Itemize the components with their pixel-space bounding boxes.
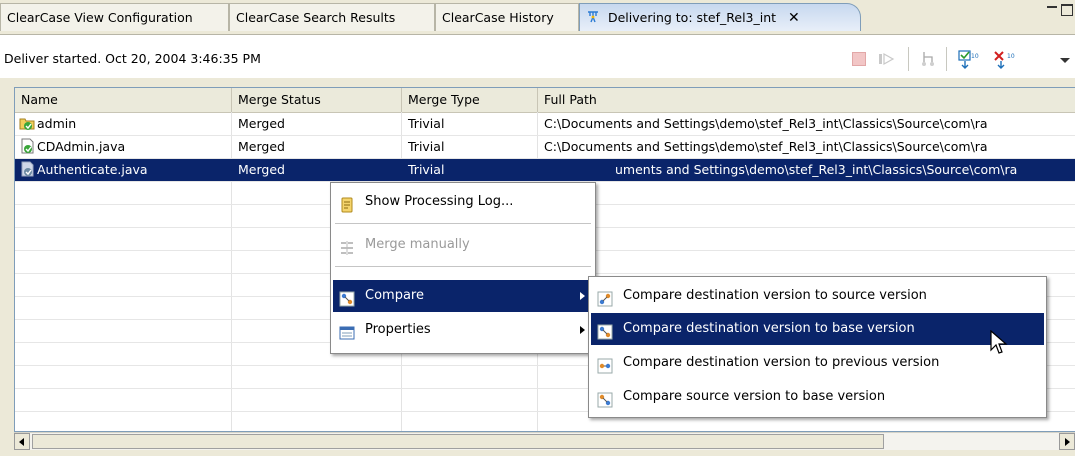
name-cell: Authenticate.java (15, 159, 231, 181)
table-row[interactable]: admin Merged Trivial C:\Documents and Se… (15, 113, 1075, 136)
deliver-status-bar: Deliver started. Oct 20, 2004 3:46:35 PM… (0, 34, 1075, 78)
full-path-cell: uments and Settings\demo\stef_Rel3_int\C… (615, 162, 1018, 177)
arrow-left-icon (19, 438, 24, 446)
merge-status-cell: Merged (238, 162, 285, 177)
svg-text:10: 10 (971, 53, 979, 60)
menu-separator (335, 223, 591, 224)
full-path-cell: C:\Documents and Settings\demo\stef_Rel3… (544, 139, 988, 154)
menu-item-label: Show Processing Log... (365, 194, 514, 209)
stop-icon[interactable] (852, 52, 866, 66)
menu-item-label: Compare destination version to source ve… (623, 288, 927, 303)
merge-tree-icon[interactable] (918, 49, 938, 69)
merge-type-cell: Trivial (408, 116, 445, 131)
menu-item-show-processing-log[interactable]: Show Processing Log... (333, 186, 593, 218)
column-header-full-path[interactable]: Full Path (538, 88, 1075, 112)
deliver-status-message: Deliver started. Oct 20, 2004 3:46:35 PM (4, 51, 261, 66)
menu-item-label: Properties (365, 322, 431, 337)
tab-label: ClearCase History (442, 10, 554, 25)
submenu-arrow-icon (580, 326, 585, 334)
checkin-icon[interactable]: 10 (956, 49, 980, 69)
menu-item-label: Compare destination version to previous … (623, 355, 940, 370)
compare-icon (339, 288, 355, 307)
log-icon (339, 194, 355, 213)
merge-type-cell: Trivial (408, 139, 445, 154)
tab-clearcase-history[interactable]: ClearCase History (435, 3, 579, 31)
menu-item-label: Compare source version to base version (623, 389, 886, 404)
mouse-cursor-icon (990, 329, 1008, 359)
deliver-icon (586, 6, 600, 23)
undo-checkout-icon[interactable]: 10 (992, 49, 1016, 69)
toolbar-separator (908, 47, 909, 71)
view-tab-bar: ClearCase View Configuration ClearCase S… (0, 0, 1075, 34)
file-name: admin (37, 116, 77, 131)
table-row[interactable]: CDAdmin.java Merged Trivial C:\Documents… (15, 136, 1075, 159)
toolbar-separator (946, 47, 947, 71)
menu-item-compare[interactable]: Compare (333, 280, 593, 312)
folder-merged-icon (19, 115, 35, 131)
menu-item-properties[interactable]: Properties (333, 314, 593, 346)
maximize-icon[interactable] (1061, 4, 1073, 16)
compare-source-base-icon (597, 389, 613, 408)
scroll-left-button[interactable] (14, 433, 30, 450)
compare-prev-icon (597, 355, 613, 374)
merge-icon (339, 237, 355, 255)
compare-src-icon (597, 288, 613, 307)
menu-item-compare-dest-to-previous[interactable]: Compare destination version to previous … (591, 347, 1044, 379)
arrow-right-icon (1065, 438, 1070, 446)
column-header-merge-status[interactable]: Merge Status (232, 88, 402, 112)
minimize-icon[interactable] (1047, 6, 1057, 11)
view-menu-icon[interactable] (1058, 49, 1072, 69)
table-header: Name Merge Status Merge Type Full Path (15, 88, 1075, 113)
menu-item-compare-dest-to-base[interactable]: Compare destination version to base vers… (591, 313, 1044, 345)
svg-text:10: 10 (1007, 53, 1015, 60)
column-header-merge-type[interactable]: Merge Type (402, 88, 538, 112)
tab-label: ClearCase View Configuration (7, 10, 193, 25)
tab-label: ClearCase Search Results (236, 10, 396, 25)
name-cell: admin (15, 113, 231, 135)
compare-base-icon (597, 321, 613, 340)
merge-status-cell: Merged (238, 139, 285, 154)
menu-item-compare-source-to-base[interactable]: Compare source version to base version (591, 381, 1044, 413)
menu-separator (335, 266, 591, 267)
properties-icon (339, 322, 355, 340)
horizontal-scrollbar[interactable] (14, 432, 1075, 450)
file-name: CDAdmin.java (37, 139, 126, 154)
menu-item-label: Compare destination version to base vers… (623, 321, 915, 336)
file-name: Authenticate.java (37, 162, 148, 177)
context-menu: Show Processing Log... Merge manually Co… (330, 182, 596, 354)
compare-submenu: Compare destination version to source ve… (588, 276, 1047, 418)
menu-item-compare-dest-to-source[interactable]: Compare destination version to source ve… (591, 280, 1044, 312)
name-cell: CDAdmin.java (15, 136, 231, 158)
tab-label: Delivering to: stef_Rel3_int (607, 10, 777, 25)
close-icon[interactable]: ✕ (788, 10, 800, 26)
scrollbar-thumb[interactable] (32, 434, 884, 449)
menu-item-merge-manually[interactable]: Merge manually (333, 229, 593, 261)
column-header-name[interactable]: Name (15, 88, 232, 112)
tab-clearcase-search-results[interactable]: ClearCase Search Results (229, 3, 435, 31)
menu-item-label: Merge manually (365, 237, 470, 252)
merge-type-cell: Trivial (408, 162, 445, 177)
file-merged-icon (19, 138, 35, 154)
tab-delivering[interactable]: Delivering to: stef_Rel3_int ✕ (579, 3, 861, 31)
merge-status-cell: Merged (238, 116, 285, 131)
menu-item-label: Compare (365, 288, 424, 303)
submenu-arrow-icon (580, 292, 585, 300)
full-path-cell: C:\Documents and Settings\demo\stef_Rel3… (544, 116, 988, 131)
file-merged-icon (19, 161, 35, 177)
resume-icon[interactable] (878, 49, 896, 69)
scroll-right-button[interactable] (1059, 433, 1075, 450)
tab-clearcase-view-configuration[interactable]: ClearCase View Configuration (0, 3, 229, 31)
table-row-selected[interactable]: Authenticate.java Merged Trivial uments … (15, 159, 1075, 182)
